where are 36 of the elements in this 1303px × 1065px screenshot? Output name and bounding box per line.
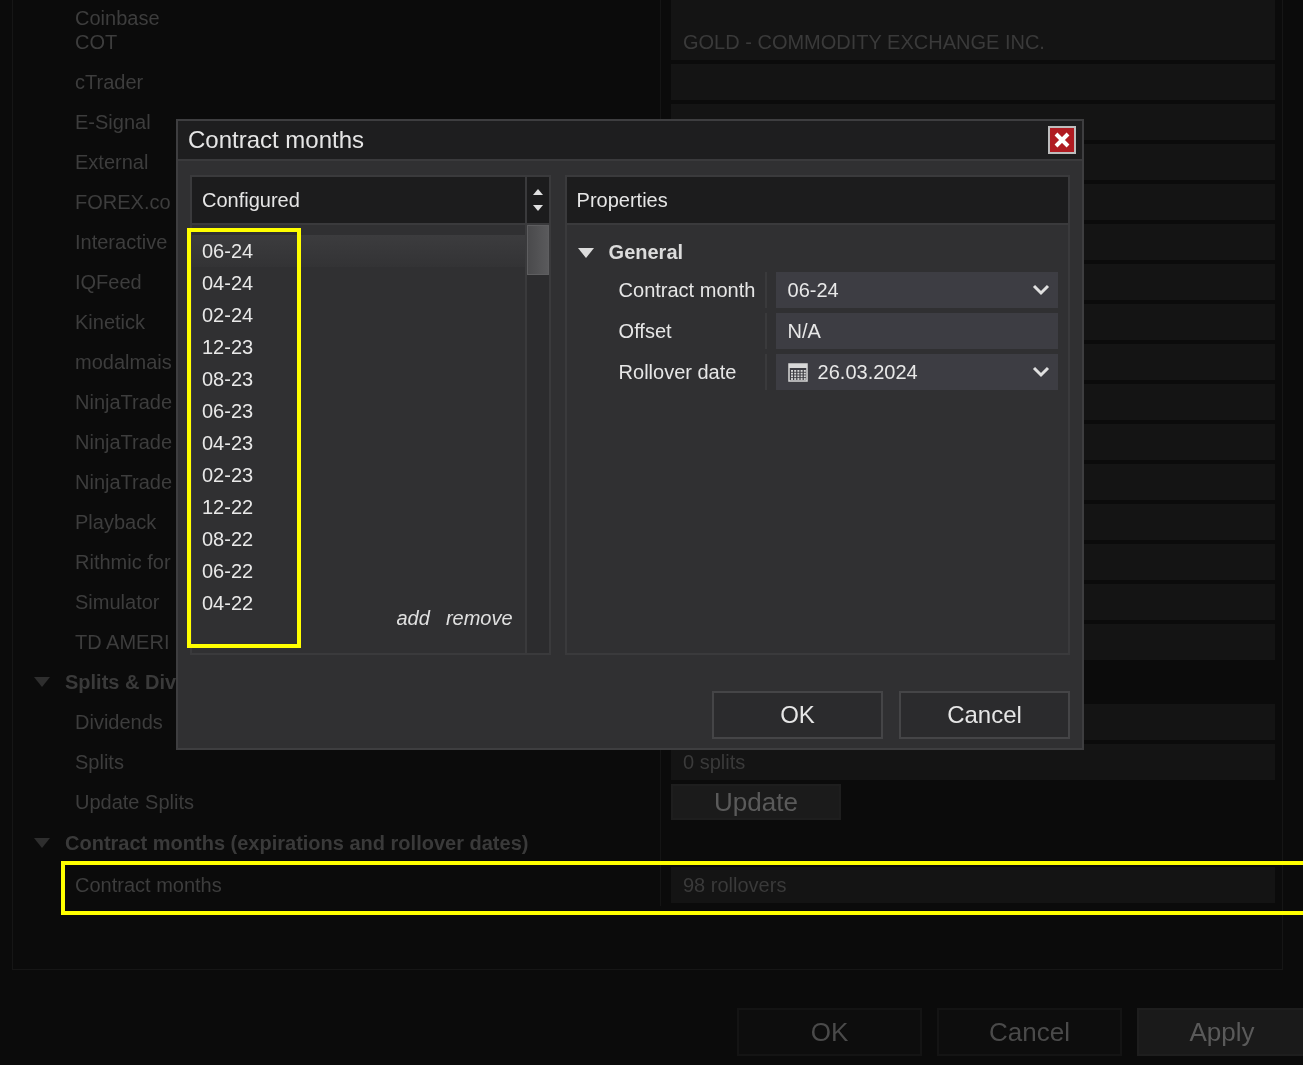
list-item[interactable]: 02-23: [192, 459, 525, 491]
list-header: Configured: [201, 188, 300, 212]
group-heading: General: [608, 241, 684, 264]
dialog-button[interactable]: Cancel: [899, 691, 1070, 739]
calendar-icon: [787, 362, 808, 382]
list-item[interactable]: 04-23: [192, 427, 525, 459]
chevron-down-icon[interactable]: [1032, 366, 1050, 378]
list-item[interactable]: 12-22: [192, 491, 525, 523]
input-field[interactable]: N/A: [775, 313, 1058, 349]
property-label: Contract month: [566, 272, 767, 308]
property-label: Rollover date: [566, 354, 767, 390]
dialog-button[interactable]: OK: [712, 691, 883, 739]
close-button[interactable]: [1048, 126, 1076, 154]
scrollbar-thumb[interactable]: [526, 225, 549, 275]
list-item[interactable]: 02-24: [192, 299, 525, 331]
list-item[interactable]: 04-24: [192, 267, 525, 299]
property-label: Offset: [566, 313, 767, 349]
date-field[interactable]: 26.03.2024: [775, 354, 1058, 390]
scroll-up-icon[interactable]: [532, 189, 543, 195]
list-item[interactable]: 06-23: [192, 395, 525, 427]
properties-header: Properties: [575, 188, 668, 212]
footer-button[interactable]: Cancel: [937, 1008, 1122, 1056]
dropdown-field[interactable]: 06-24: [775, 272, 1058, 308]
scroll-down-icon[interactable]: [532, 205, 543, 211]
footer-button[interactable]: OK: [737, 1008, 922, 1056]
list-item[interactable]: 06-22: [192, 555, 525, 587]
dialog-title: Contract months: [188, 126, 365, 154]
list-item[interactable]: 06-24: [192, 235, 525, 267]
footer-button[interactable]: Apply: [1137, 1008, 1303, 1056]
list-item[interactable]: 08-22: [192, 523, 525, 555]
expand-triangle-icon[interactable]: [576, 246, 595, 259]
update-button[interactable]: Update: [671, 784, 841, 820]
chevron-down-icon[interactable]: [1032, 284, 1050, 296]
list-item[interactable]: 08-23: [192, 363, 525, 395]
list-item[interactable]: 12-23: [192, 331, 525, 363]
close-icon[interactable]: [1053, 131, 1071, 149]
